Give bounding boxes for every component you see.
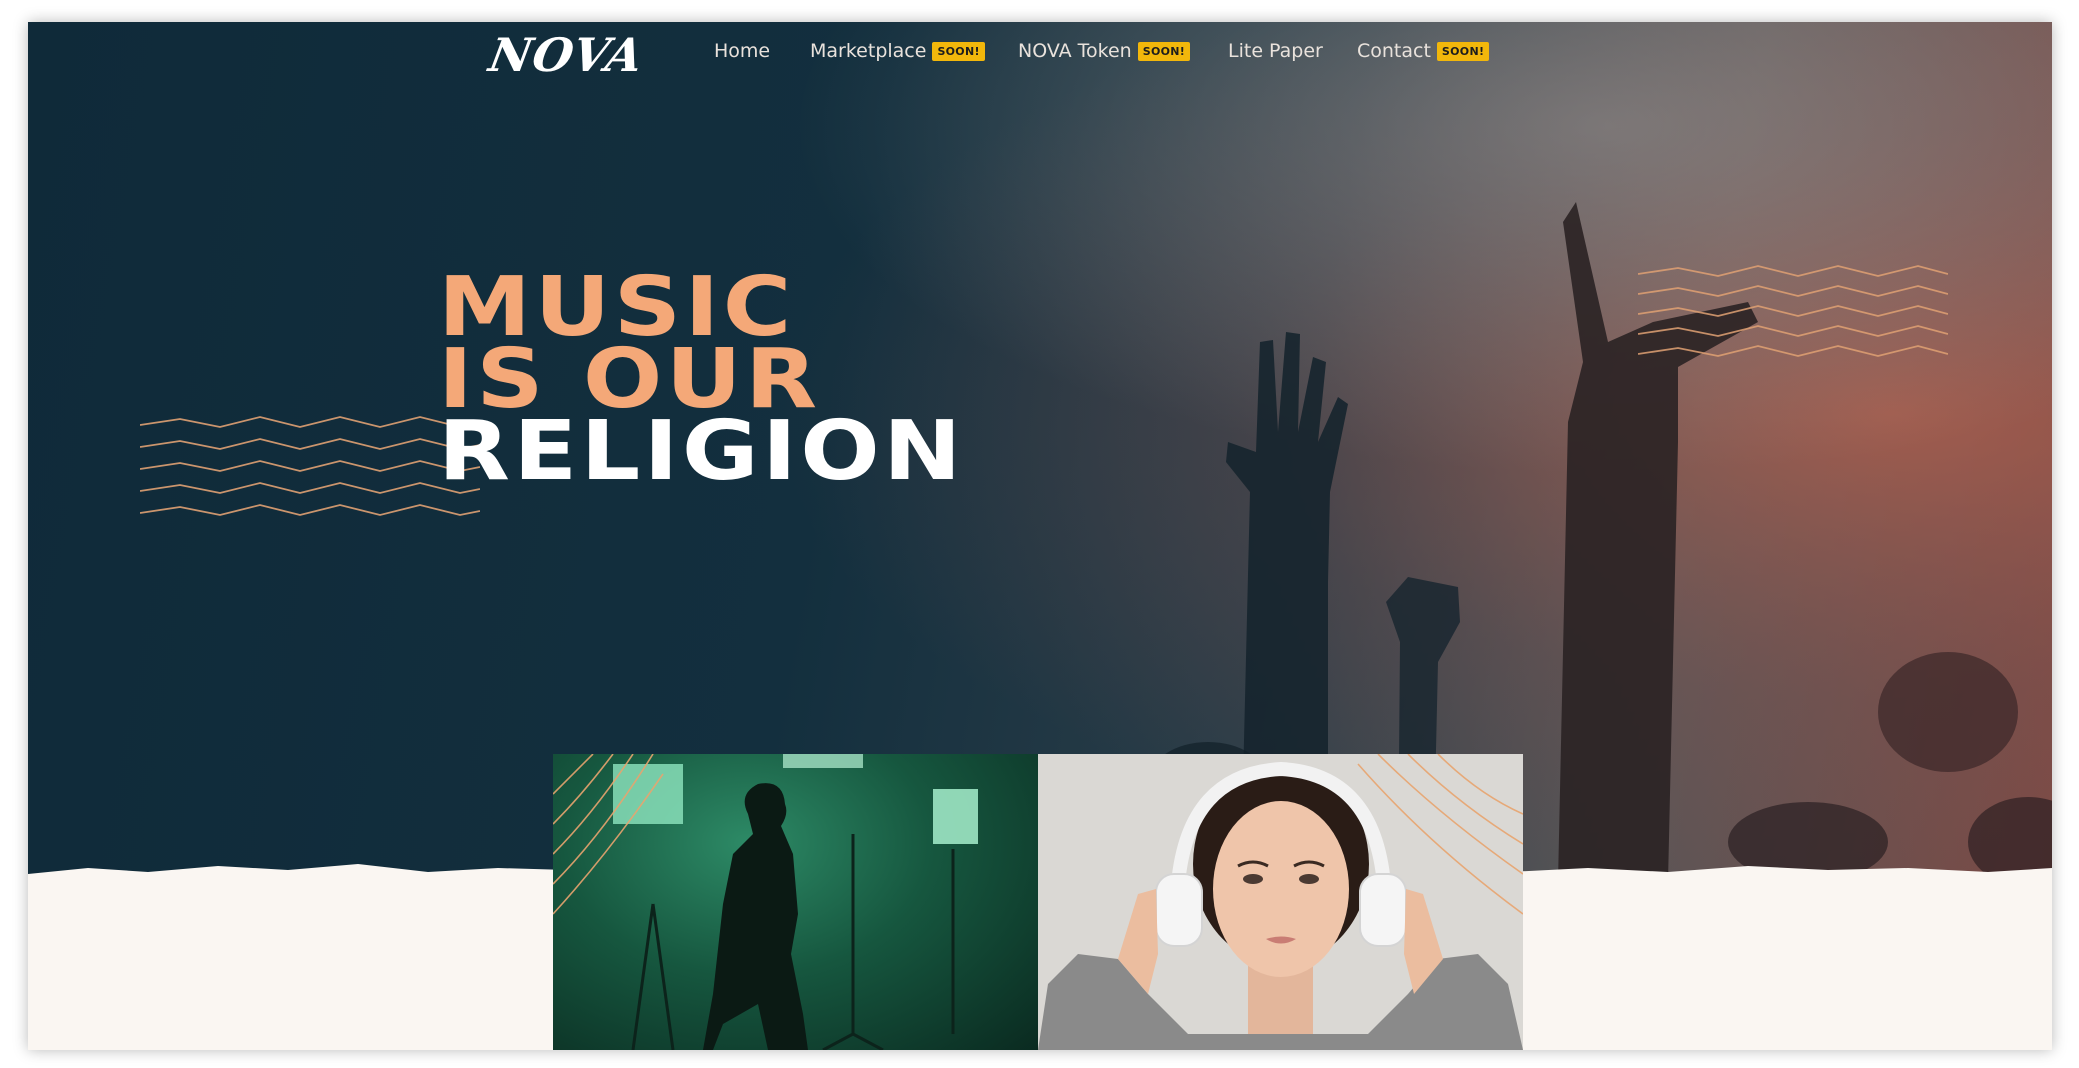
nav-contact[interactable]: Contact SOON! — [1357, 36, 1490, 66]
nav-home-label: Home — [714, 40, 771, 62]
web-page: NOVA Home Marketplace SOON! NOVA Token S… — [28, 22, 2052, 1050]
nav-lite-paper[interactable]: Lite Paper — [1228, 36, 1323, 66]
woman-headphones-illustration — [1038, 754, 1523, 1050]
soon-badge: SOON! — [1137, 41, 1191, 61]
hero-headline: MUSIC IS OUR RELIGION — [438, 267, 965, 499]
headline-line-3: RELIGION — [438, 404, 965, 499]
screenshot-frame: NOVA Home Marketplace SOON! NOVA Token S… — [0, 0, 2079, 1068]
headphones-woman-image — [1038, 754, 1523, 1050]
nav-nova-token[interactable]: NOVA Token SOON! — [1018, 36, 1191, 66]
top-navigation: NOVA Home Marketplace SOON! NOVA Token S… — [28, 22, 2052, 92]
nova-logo[interactable]: NOVA — [485, 28, 648, 82]
nav-nova-token-label: NOVA Token — [1018, 40, 1132, 62]
nav-marketplace[interactable]: Marketplace SOON! — [810, 36, 985, 66]
zigzag-lines-right-decoration — [1638, 265, 1948, 357]
soon-badge: SOON! — [932, 41, 985, 61]
nav-marketplace-label: Marketplace — [810, 40, 927, 62]
soon-badge: SOON! — [1436, 41, 1490, 61]
singer-silhouette-illustration — [553, 754, 978, 1050]
singer-studio-image — [553, 754, 1038, 1050]
nav-contact-label: Contact — [1357, 40, 1431, 62]
zigzag-lines-left-decoration — [140, 416, 480, 516]
nav-lite-paper-label: Lite Paper — [1228, 40, 1323, 62]
nav-home[interactable]: Home — [714, 36, 770, 66]
